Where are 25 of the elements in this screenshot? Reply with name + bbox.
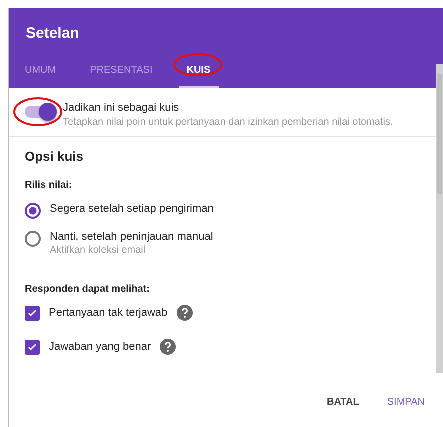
radio-button[interactable] [25, 231, 41, 247]
option-label: Segera setelah setiap pengiriman [50, 203, 214, 215]
dialog-button[interactable]: SIMPAN [383, 393, 429, 412]
help-icon[interactable] [176, 305, 193, 321]
help-icon[interactable] [160, 339, 176, 355]
tab[interactable]: KUIS [178, 65, 219, 88]
radio-button[interactable] [25, 203, 41, 219]
group-label: Rilis nilai: [25, 180, 72, 191]
toggle-description: Tetapkan nilai poin untuk pertanyaan dan izinkan pemberian nilai otomatis. [63, 117, 394, 128]
option-label: Jawaban yang benar [49, 341, 152, 353]
dialog-title: Setelan [26, 25, 80, 42]
option-label: Nanti, setelah peninjauan manual [50, 231, 214, 243]
group-label: Responden dapat melihat: [25, 284, 150, 295]
dialog-button[interactable]: BATAL [322, 393, 364, 412]
checkbox[interactable] [25, 340, 40, 354]
annotation-circle [173, 53, 223, 77]
option-hint: Aktifkan koleksi email [50, 245, 147, 256]
checkbox[interactable] [25, 306, 40, 320]
scrollbar[interactable] [436, 64, 443, 373]
annotation-circle [13, 97, 63, 127]
tab[interactable]: UMUM [25, 65, 56, 88]
tab[interactable]: PRESENTASI [90, 65, 153, 88]
option-label: Pertanyaan tak terjawab [49, 307, 168, 319]
toggle-label: Jadikan ini sebagai kuis [63, 102, 180, 114]
section-title: Opsi kuis [25, 149, 84, 164]
